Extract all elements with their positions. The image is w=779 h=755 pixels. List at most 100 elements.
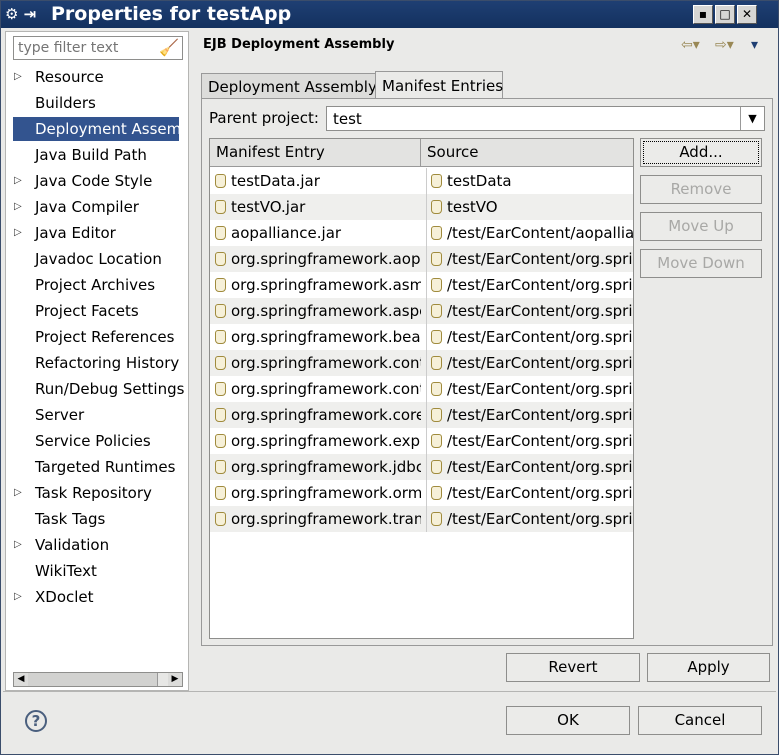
tree-item[interactable]: Project Facets xyxy=(6,299,188,323)
expand-arrow-icon[interactable]: ▷ xyxy=(14,481,22,505)
window-menu-icon[interactable]: ⚙ ⇥ xyxy=(5,5,45,24)
minimize-button[interactable]: ▪ xyxy=(693,5,713,24)
tree-item-label: Server xyxy=(35,406,85,424)
horizontal-scrollbar[interactable]: ◀ ▶ xyxy=(13,672,183,687)
tree-item[interactable]: ▷ Validation xyxy=(6,533,188,557)
expand-arrow-icon[interactable]: ▷ xyxy=(14,169,22,193)
table-row[interactable]: org.springframework.core/test/EarContent… xyxy=(210,402,633,428)
manifest-entry-cell: org.springframework.core xyxy=(215,402,421,428)
cell-text: /test/EarContent/org.sprin xyxy=(447,510,633,528)
cancel-button[interactable]: Cancel xyxy=(638,706,762,735)
expand-arrow-icon[interactable]: ▷ xyxy=(14,585,22,609)
tree-item[interactable]: Builders xyxy=(6,91,188,115)
apply-button[interactable]: Apply xyxy=(647,653,770,682)
tree-item[interactable]: Project Archives xyxy=(6,273,188,297)
jar-icon xyxy=(431,356,442,370)
table-row[interactable]: org.springframework.expr/test/EarContent… xyxy=(210,428,633,454)
tree-item[interactable]: Project References xyxy=(6,325,188,349)
jar-icon xyxy=(215,512,226,526)
table-row[interactable]: testData.jar testData xyxy=(210,168,633,194)
scroll-thumb[interactable] xyxy=(28,673,158,686)
scroll-right-icon[interactable]: ▶ xyxy=(168,673,182,686)
jar-icon xyxy=(215,330,226,344)
expand-arrow-icon[interactable]: ▷ xyxy=(14,221,22,245)
tree-item[interactable]: ▷ Resource xyxy=(6,65,188,89)
filter-input[interactable] xyxy=(16,39,156,57)
tree-item-label: Task Repository xyxy=(35,484,152,502)
help-icon[interactable]: ? xyxy=(25,710,47,732)
expand-arrow-icon[interactable]: ▷ xyxy=(14,533,22,557)
jar-icon xyxy=(215,304,226,318)
manifest-entry-cell: org.springframework.orm xyxy=(215,480,421,506)
expand-arrow-icon[interactable]: ▷ xyxy=(14,65,22,89)
table-row[interactable]: org.springframework.asm/test/EarContent/… xyxy=(210,272,633,298)
tree-item[interactable]: Task Tags xyxy=(6,507,188,531)
tree-item[interactable]: ▷ XDoclet xyxy=(6,585,188,609)
move-down-button[interactable]: Move Down xyxy=(640,249,762,278)
chevron-down-icon[interactable]: ▼ xyxy=(740,107,764,130)
table-row[interactable]: org.springframework.aop- /test/EarContent… xyxy=(210,246,633,272)
source-cell: /test/EarContent/org.sprin xyxy=(426,298,633,324)
table-row[interactable]: org.springframework.jdbc/test/EarContent… xyxy=(210,454,633,480)
manifest-entry-cell: org.springframework.asm xyxy=(215,272,421,298)
column-header-manifest-entry[interactable]: Manifest Entry xyxy=(210,139,421,166)
table-row[interactable]: org.springframework.aspe/test/EarContent… xyxy=(210,298,633,324)
cell-text: /test/EarContent/org.sprin xyxy=(447,250,633,268)
tree-item-label: Project Facets xyxy=(35,302,139,320)
column-header-source[interactable]: Source xyxy=(421,139,633,166)
table-row[interactable]: org.springframework.orm/test/EarContent/… xyxy=(210,480,633,506)
table-row[interactable]: org.springframework.tran/test/EarContent… xyxy=(210,506,633,532)
tree-item-label: Resource xyxy=(35,68,104,86)
table-row[interactable]: org.springframework.bear/test/EarContent… xyxy=(210,324,633,350)
tree-item[interactable]: Server xyxy=(6,403,188,427)
jar-icon xyxy=(431,486,442,500)
cell-text: /test/EarContent/org.sprin xyxy=(447,354,633,372)
forward-icon[interactable]: ⇨▾ xyxy=(715,37,734,53)
tree-item[interactable]: ▷ Task Repository xyxy=(6,481,188,505)
clear-filter-icon[interactable]: 🧹 xyxy=(159,38,179,57)
view-menu-icon[interactable]: ▾ xyxy=(751,37,758,53)
table-row[interactable]: testVO.jar testVO xyxy=(210,194,633,220)
move-up-button[interactable]: Move Up xyxy=(640,212,762,241)
tree-item[interactable]: Run/Debug Settings xyxy=(6,377,188,401)
ok-button[interactable]: OK xyxy=(506,706,630,735)
tab-deployment-assembly[interactable]: Deployment Assembly xyxy=(201,73,377,99)
tree-item[interactable]: Service Policies xyxy=(6,429,188,453)
cell-text: org.springframework.bear xyxy=(231,328,421,346)
source-cell: /test/EarContent/org.sprin xyxy=(426,350,633,376)
tree-item[interactable]: Targeted Runtimes xyxy=(6,455,188,479)
tree-item-label: Javadoc Location xyxy=(35,250,162,268)
tree-item[interactable]: Deployment Assem xyxy=(6,117,188,141)
manifest-entry-cell: org.springframework.tran xyxy=(215,506,421,532)
scroll-left-icon[interactable]: ◀ xyxy=(14,673,28,686)
tab-manifest-entries[interactable]: Manifest Entries xyxy=(375,71,503,99)
jar-icon xyxy=(215,278,226,292)
source-cell: /test/EarContent/org.sprin xyxy=(426,402,633,428)
manifest-entry-cell: org.springframework.cont xyxy=(215,376,421,402)
table-row[interactable]: org.springframework.cont/test/EarContent… xyxy=(210,376,633,402)
tree-item[interactable]: Java Build Path xyxy=(6,143,188,167)
parent-project-combo[interactable]: test ▼ xyxy=(326,106,765,131)
maximize-button[interactable]: □ xyxy=(715,5,735,24)
title-bar[interactable]: ⚙ ⇥ Properties for testApp ▪ □ ✕ xyxy=(1,1,778,28)
tree-item[interactable]: ▷ Java Code Style xyxy=(6,169,188,193)
expand-arrow-icon[interactable]: ▷ xyxy=(14,195,22,219)
table-row[interactable]: org.springframework.cont/test/EarContent… xyxy=(210,350,633,376)
manifest-entry-cell: testData.jar xyxy=(215,168,421,194)
tree-item[interactable]: ▷ Java Compiler xyxy=(6,195,188,219)
tree-item[interactable]: Refactoring History xyxy=(6,351,188,375)
revert-button[interactable]: Revert xyxy=(506,653,640,682)
add-button[interactable]: Add... xyxy=(640,138,762,167)
cell-text: /test/EarContent/org.sprin xyxy=(447,484,633,502)
tree-item[interactable]: WikiText xyxy=(6,559,188,583)
back-icon[interactable]: ⇦▾ xyxy=(681,37,700,53)
parent-project-value: test xyxy=(333,110,362,128)
cell-text: org.springframework.asm xyxy=(231,276,421,294)
tree-item[interactable]: Javadoc Location xyxy=(6,247,188,271)
filter-box: 🧹 xyxy=(13,36,183,60)
tree-item[interactable]: ▷ Java Editor xyxy=(6,221,188,245)
close-button[interactable]: ✕ xyxy=(737,5,757,24)
cell-text: org.springframework.aspe xyxy=(231,302,421,320)
remove-button[interactable]: Remove xyxy=(640,175,762,204)
table-row[interactable]: aopalliance.jar/test/EarContent/aopallia… xyxy=(210,220,633,246)
